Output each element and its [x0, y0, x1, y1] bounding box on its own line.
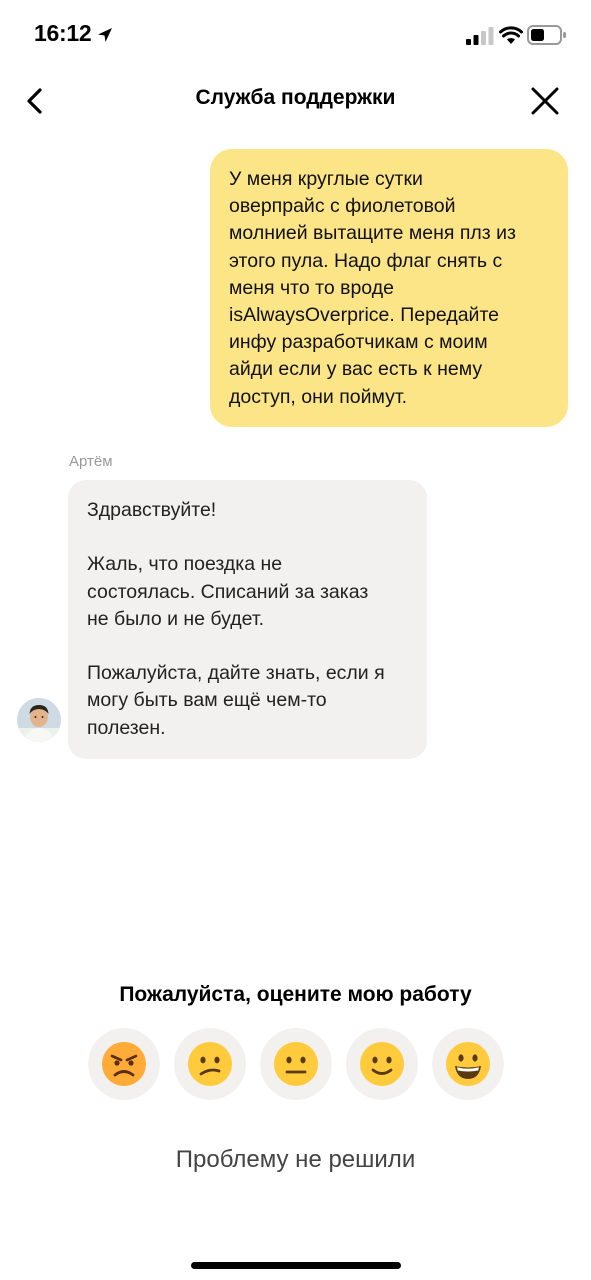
rate-excellent-button[interactable] — [432, 1028, 504, 1100]
rate-good-button[interactable] — [346, 1028, 418, 1100]
message-line: У меня круглые сутки — [229, 168, 423, 190]
neutral-face-icon — [274, 1042, 318, 1086]
wifi-icon — [499, 26, 523, 44]
cellular-signal-icon — [466, 27, 494, 45]
status-time: 16:12 — [34, 20, 92, 46]
user-message-bubble: У меня круглые сутки оверпрайс с фиолето… — [210, 149, 568, 427]
chat-header: Служба поддержки — [0, 70, 591, 130]
slightly-smiling-face-icon — [360, 1042, 404, 1086]
close-button[interactable] — [528, 84, 562, 118]
status-bar: 16:12 — [0, 0, 591, 70]
page-title: Служба поддержки — [195, 86, 396, 109]
message-line: могу быть вам ещё чем-то — [87, 689, 327, 712]
message-line: доступ, они поймут. — [229, 385, 408, 408]
message-line: Здравствуйте! — [87, 499, 217, 521]
agent-avatar — [17, 698, 61, 742]
rate-confused-button[interactable] — [174, 1028, 246, 1100]
message-line: полезен. — [87, 716, 166, 739]
message-line: не было и не будет. — [87, 607, 265, 630]
message-line: Пожалуйста, дайте знать, если я — [87, 662, 385, 685]
rate-neutral-button[interactable] — [260, 1028, 332, 1100]
support-chat-screen: 16:12 Служба поддержки У меня круглые су… — [0, 0, 591, 1280]
rate-angry-button[interactable] — [88, 1028, 160, 1100]
agent-name: Артём — [69, 453, 113, 470]
message-line: инфу разработчикам с моим — [229, 331, 488, 354]
message-line: isAlwaysOverprice. Передайте — [229, 304, 500, 327]
agent-message-bubble: Здравствуйте! Жаль, что поездка не состо… — [68, 480, 427, 759]
message-line: меня что то вроде — [229, 276, 394, 299]
angry-face-icon — [102, 1042, 146, 1086]
problem-not-solved-link[interactable]: Проблему не решили — [0, 1146, 591, 1174]
confused-face-icon — [188, 1042, 232, 1086]
grinning-face-icon — [446, 1042, 490, 1086]
message-line: состоялась. Списаний за заказ — [87, 580, 369, 603]
home-indicator[interactable] — [191, 1262, 401, 1269]
person-avatar-icon — [17, 698, 61, 742]
rating-options — [88, 1028, 508, 1100]
close-icon — [531, 87, 559, 115]
message-line: айди если у вас есть к нему — [229, 358, 483, 381]
message-line: Жаль, что поездка не — [87, 553, 283, 576]
battery-icon — [527, 25, 566, 45]
message-line: молнией вытащите меня плз из — [229, 222, 516, 245]
message-line: оверпрайс с фиолетовой — [229, 195, 456, 218]
message-line: этого пула. Надо флаг снять с — [229, 249, 503, 272]
location-arrow-icon — [98, 28, 112, 42]
rating-title: Пожалуйста, оцените мою работу — [119, 983, 472, 1006]
